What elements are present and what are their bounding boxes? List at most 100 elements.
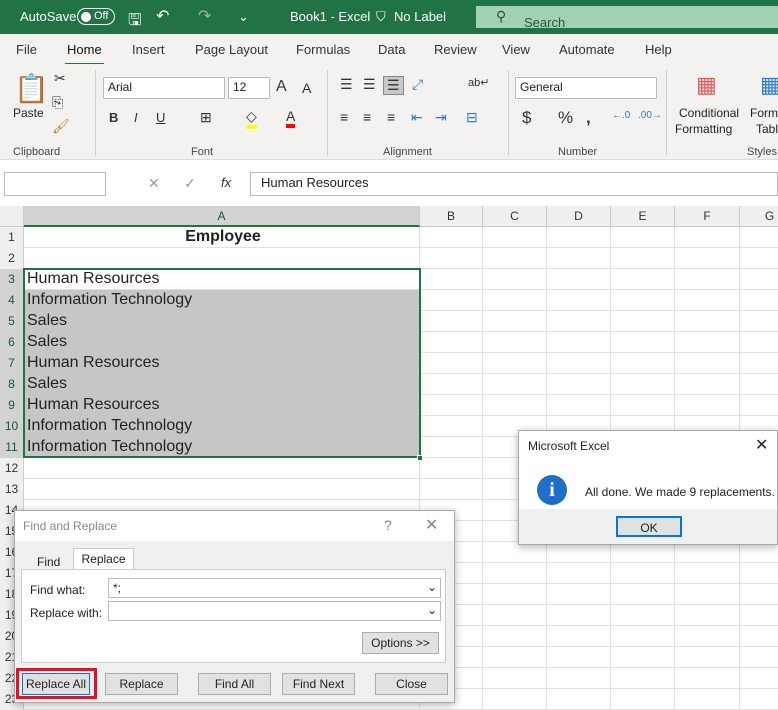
column-header-f[interactable]: F bbox=[675, 206, 740, 227]
decrease-indent-icon[interactable]: ⇤ bbox=[411, 109, 423, 126]
italic-icon[interactable]: I bbox=[134, 110, 138, 125]
increase-indent-icon[interactable]: ⇥ bbox=[435, 109, 447, 126]
row-header[interactable]: 4 bbox=[0, 290, 24, 311]
tab-automate[interactable]: Automate bbox=[559, 42, 615, 57]
paste-button[interactable]: Paste bbox=[13, 106, 44, 120]
redo-icon[interactable]: ↷ bbox=[198, 6, 211, 26]
tab-replace[interactable]: Replace bbox=[73, 548, 134, 570]
increase-font-icon[interactable]: A bbox=[276, 78, 287, 96]
cell-a13[interactable] bbox=[24, 479, 420, 500]
enter-icon[interactable]: ✓ bbox=[184, 175, 196, 192]
customize-icon[interactable]: ⌄ bbox=[238, 9, 249, 25]
font-size-select[interactable]: 12 bbox=[228, 77, 270, 99]
tab-review[interactable]: Review bbox=[434, 42, 477, 57]
select-all-button[interactable] bbox=[0, 206, 24, 227]
align-middle-icon[interactable]: ☰ bbox=[363, 76, 376, 93]
find-all-button[interactable]: Find All bbox=[198, 673, 271, 695]
number-format-select[interactable]: General bbox=[515, 77, 657, 99]
replace-with-input[interactable] bbox=[108, 601, 441, 621]
column-header-e[interactable]: E bbox=[611, 206, 675, 227]
tab-page-layout[interactable]: Page Layout bbox=[195, 42, 268, 57]
underline-icon[interactable]: U bbox=[156, 110, 165, 125]
orientation-icon[interactable]: ⤢ bbox=[412, 76, 423, 93]
find-what-input[interactable]: *; bbox=[108, 578, 441, 598]
borders-icon[interactable]: ⊞ bbox=[200, 109, 212, 126]
fill-handle[interactable] bbox=[417, 455, 423, 461]
tab-view[interactable]: View bbox=[502, 42, 530, 57]
options-button[interactable]: Options >> bbox=[362, 632, 439, 654]
row-header[interactable]: 8 bbox=[0, 374, 24, 395]
format-painter-icon[interactable]: 🖌 bbox=[52, 118, 70, 135]
row-header[interactable]: 12 bbox=[0, 458, 24, 479]
row-header[interactable]: 2 bbox=[0, 248, 24, 269]
message-close-icon[interactable]: ✕ bbox=[755, 435, 768, 455]
align-bottom-icon[interactable]: ☰ bbox=[383, 76, 404, 95]
paste-icon[interactable]: 📋 bbox=[14, 72, 49, 105]
undo-icon[interactable]: ↶ bbox=[156, 6, 169, 26]
cut-icon[interactable]: ✂ bbox=[54, 70, 66, 87]
replace-button[interactable]: Replace bbox=[105, 673, 178, 695]
increase-decimal-icon[interactable]: ←.0 bbox=[612, 110, 630, 121]
align-top-icon[interactable]: ☰ bbox=[340, 76, 353, 93]
cell-a1[interactable]: Employee bbox=[24, 227, 420, 248]
comma-icon[interactable]: , bbox=[586, 108, 591, 128]
tab-file[interactable]: File bbox=[16, 42, 37, 57]
conditional-formatting-icon[interactable]: ▦ bbox=[696, 72, 717, 98]
wrap-text-icon[interactable]: ab↵ bbox=[468, 76, 489, 89]
currency-icon[interactable]: $ bbox=[522, 108, 531, 128]
align-left-icon[interactable]: ≡ bbox=[340, 109, 348, 125]
find-next-button[interactable]: Find Next bbox=[282, 673, 355, 695]
bold-icon[interactable]: B bbox=[109, 110, 118, 125]
percent-icon[interactable]: % bbox=[558, 108, 573, 128]
tab-find[interactable]: Find bbox=[37, 555, 60, 569]
insert-function-icon[interactable]: fx bbox=[221, 175, 231, 190]
replace-dropdown-icon[interactable]: ⌄ bbox=[427, 603, 437, 617]
align-center-icon[interactable]: ≡ bbox=[363, 109, 371, 125]
column-header-g[interactable]: G bbox=[740, 206, 778, 227]
merge-center-icon[interactable]: ⊟ bbox=[466, 109, 478, 126]
tab-home[interactable]: Home bbox=[65, 42, 104, 66]
font-color-icon[interactable]: A bbox=[286, 108, 296, 128]
save-icon[interactable]: 🖫 bbox=[128, 9, 142, 36]
decrease-decimal-icon[interactable]: .00→ bbox=[638, 110, 662, 121]
row-header[interactable]: 9 bbox=[0, 395, 24, 416]
row-header[interactable]: 10 bbox=[0, 416, 24, 437]
tab-insert[interactable]: Insert bbox=[132, 42, 165, 57]
name-box[interactable] bbox=[4, 172, 106, 196]
help-button[interactable]: ? bbox=[384, 517, 392, 533]
decrease-font-icon[interactable]: A bbox=[302, 80, 311, 96]
ok-button[interactable]: OK bbox=[616, 516, 682, 537]
row-header[interactable]: 5 bbox=[0, 311, 24, 332]
row-header[interactable]: 13 bbox=[0, 479, 24, 500]
row-header[interactable]: 6 bbox=[0, 332, 24, 353]
copy-icon[interactable]: ⎘ bbox=[52, 94, 63, 111]
sensitivity-label[interactable]: No Label bbox=[394, 9, 446, 24]
close-button[interactable]: Close bbox=[375, 673, 448, 695]
autosave-toggle[interactable]: Off bbox=[77, 8, 115, 25]
row-header[interactable]: 3 bbox=[0, 269, 24, 290]
replace-all-button[interactable]: Replace All bbox=[22, 673, 90, 695]
format-as-table-button[interactable]: Form bbox=[750, 106, 778, 120]
align-right-icon[interactable]: ≡ bbox=[387, 109, 395, 125]
column-header-d[interactable]: D bbox=[547, 206, 611, 227]
cell-a2[interactable] bbox=[24, 248, 420, 269]
tab-data[interactable]: Data bbox=[378, 42, 405, 57]
cell-a12[interactable] bbox=[24, 458, 420, 479]
cancel-icon[interactable]: ✕ bbox=[148, 175, 160, 192]
conditional-formatting-button[interactable]: Conditional bbox=[679, 106, 739, 120]
find-dropdown-icon[interactable]: ⌄ bbox=[427, 580, 437, 594]
formula-input[interactable]: Human Resources bbox=[250, 172, 778, 196]
row-header[interactable]: 11 bbox=[0, 437, 24, 458]
column-header-a[interactable]: A bbox=[24, 206, 420, 227]
tab-help[interactable]: Help bbox=[645, 42, 672, 57]
close-icon[interactable]: ✕ bbox=[425, 515, 438, 535]
tab-formulas[interactable]: Formulas bbox=[296, 42, 350, 57]
font-name-select[interactable]: Arial bbox=[103, 77, 225, 99]
fill-color-icon[interactable]: ◇ bbox=[246, 108, 257, 129]
row-header[interactable]: 1 bbox=[0, 227, 24, 248]
format-table-icon[interactable]: ▦ bbox=[760, 72, 778, 98]
column-header-c[interactable]: C bbox=[483, 206, 547, 227]
search-box[interactable]: ⚲ Search bbox=[476, 6, 778, 30]
row-header[interactable]: 7 bbox=[0, 353, 24, 374]
column-header-b[interactable]: B bbox=[420, 206, 483, 227]
